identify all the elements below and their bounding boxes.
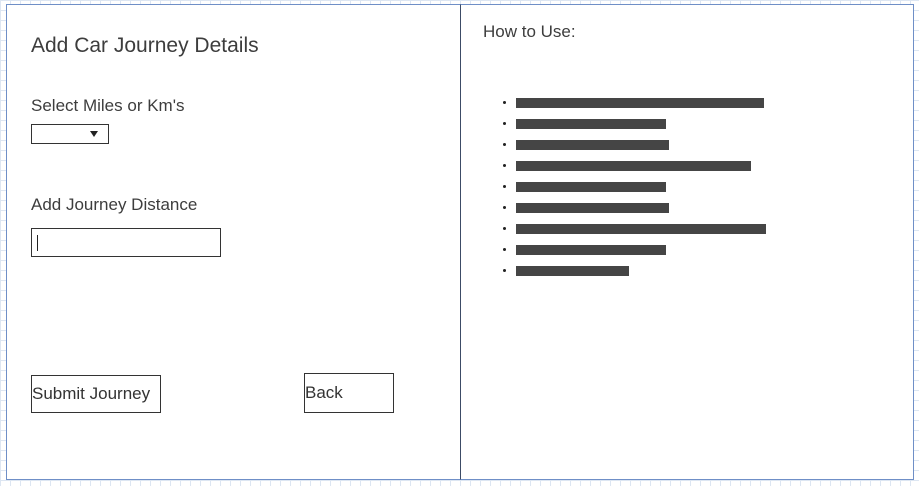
units-label: Select Miles or Km's — [31, 96, 185, 115]
bullet-icon — [503, 101, 506, 104]
back-button[interactable]: Back — [304, 373, 394, 413]
bullet-icon — [503, 122, 506, 125]
text-caret — [37, 235, 38, 251]
help-item-placeholder — [516, 266, 629, 276]
help-item-placeholder — [516, 140, 669, 150]
bullet-icon — [503, 185, 506, 188]
form-title: Add Car Journey Details — [31, 34, 259, 57]
bullet-icon — [503, 164, 506, 167]
distance-input[interactable] — [31, 228, 221, 257]
distance-label: Add Journey Distance — [31, 195, 198, 214]
help-panel — [460, 4, 914, 480]
help-title: How to Use: — [483, 22, 576, 41]
units-dropdown[interactable] — [31, 124, 109, 144]
bullet-icon — [503, 248, 506, 251]
submit-journey-button[interactable]: Submit Journey — [31, 375, 161, 413]
help-item-placeholder — [516, 182, 666, 192]
help-item-placeholder — [516, 161, 751, 171]
chevron-down-icon — [90, 131, 98, 137]
bullet-icon — [503, 143, 506, 146]
help-item-placeholder — [516, 245, 666, 255]
bullet-icon — [503, 206, 506, 209]
help-item-placeholder — [516, 224, 766, 234]
help-item-placeholder — [516, 119, 666, 129]
help-item-placeholder — [516, 98, 764, 108]
bullet-icon — [503, 227, 506, 230]
help-item-placeholder — [516, 203, 669, 213]
bullet-icon — [503, 269, 506, 272]
